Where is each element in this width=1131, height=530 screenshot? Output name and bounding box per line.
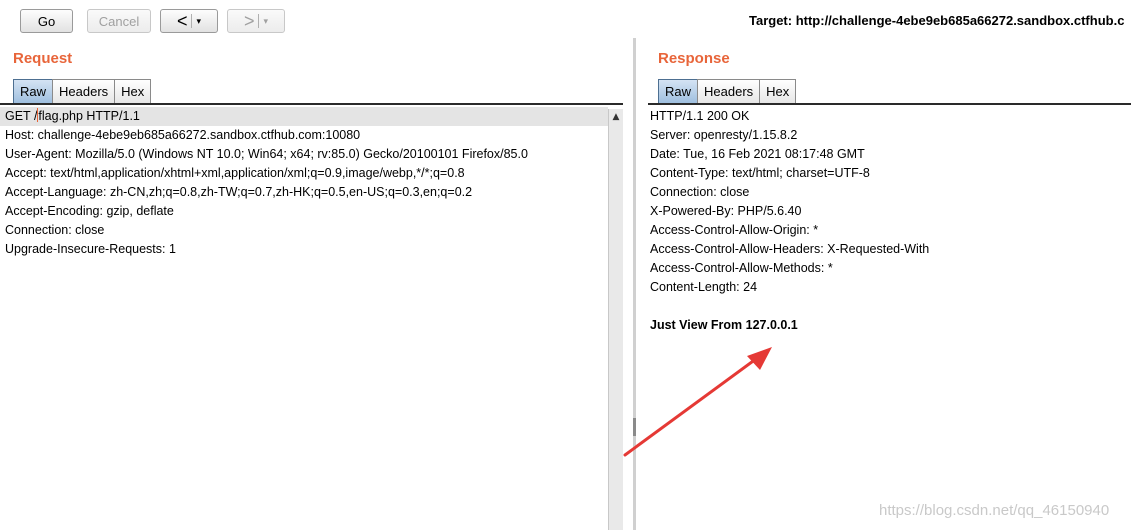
watermark: https://blog.csdn.net/qq_46150940 <box>879 502 1110 519</box>
annotation-arrow-icon <box>623 347 772 457</box>
